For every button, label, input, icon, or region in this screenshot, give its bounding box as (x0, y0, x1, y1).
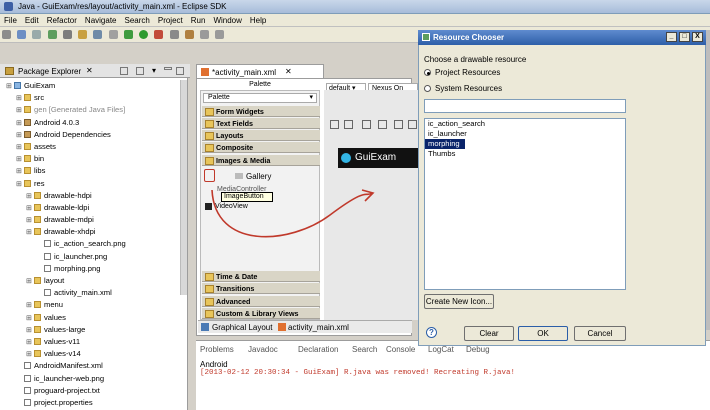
annotation-arrow (211, 189, 375, 238)
